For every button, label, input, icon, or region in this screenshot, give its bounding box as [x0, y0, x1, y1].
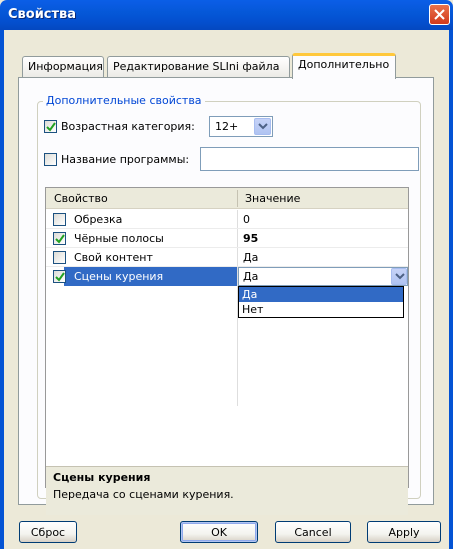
row-value[interactable]: Да: [243, 251, 258, 264]
property-description: Сцены курения Передача со сценами курени…: [46, 466, 408, 515]
description-text: Передача со сценами курения.: [53, 488, 234, 501]
row-value-dropdown-button[interactable]: [391, 268, 407, 285]
value-dropdown-list: Да Нет: [238, 286, 404, 318]
row-name: Свой контент: [74, 251, 153, 264]
column-header-value[interactable]: Значение: [245, 192, 300, 205]
program-name-input[interactable]: [200, 147, 419, 171]
grid-row-cropping[interactable]: Обрезка 0: [46, 210, 408, 229]
window-title: Свойства: [8, 7, 77, 22]
chevron-down-icon: [258, 123, 268, 130]
tab-label: Информация: [28, 60, 103, 73]
tab-information[interactable]: Информация: [22, 56, 104, 77]
chevron-down-icon: [395, 273, 405, 280]
row-value: Да: [243, 270, 259, 283]
grid-row-smoking-scenes[interactable]: Сцены курения Да: [46, 267, 408, 286]
tab-label: Редактирование SLIni файла: [113, 60, 280, 73]
grid-row-own-content[interactable]: Свой контент Да: [46, 248, 408, 267]
age-category-label: Возрастная категория:: [61, 120, 195, 133]
tab-panel: Дополнительные свойства Возрастная катег…: [18, 77, 434, 515]
row-checkbox[interactable]: [53, 270, 66, 283]
group-legend: Дополнительные свойства: [43, 94, 205, 107]
row-checkbox[interactable]: [53, 232, 66, 245]
age-category-dropdown-button[interactable]: [254, 118, 271, 135]
dropdown-option-yes[interactable]: Да: [239, 287, 403, 302]
apply-button[interactable]: Apply: [367, 521, 441, 543]
title-bar: Свойства: [0, 0, 453, 30]
window-border-right: [449, 30, 453, 549]
row-name: Сцены курения: [74, 270, 164, 283]
property-grid: Свойство Значение Обрезка 0 Чёрные полос…: [45, 187, 409, 515]
checkmark-icon: [55, 234, 65, 244]
row-checkbox[interactable]: [53, 251, 66, 264]
ok-button-label: OK: [211, 526, 227, 539]
program-name-checkbox[interactable]: [44, 153, 57, 166]
age-category-checkbox[interactable]: [44, 120, 57, 133]
reset-button-label: Сброс: [30, 526, 66, 539]
row-value-combo[interactable]: Да: [238, 267, 408, 286]
age-category-combo[interactable]: 12+: [209, 116, 273, 137]
row-checkbox[interactable]: [53, 213, 66, 226]
ok-button[interactable]: OK: [180, 521, 258, 543]
grid-row-black-bars[interactable]: Чёрные полосы 95: [46, 229, 408, 248]
close-button[interactable]: [429, 4, 450, 25]
description-title: Сцены курения: [53, 471, 151, 484]
apply-button-label: Apply: [388, 526, 420, 539]
row-name: Чёрные полосы: [74, 232, 164, 245]
tab-advanced[interactable]: Дополнительно: [292, 53, 396, 79]
reset-button[interactable]: Сброс: [19, 521, 77, 543]
grid-header: Свойство Значение: [46, 188, 408, 209]
checkmark-icon: [55, 272, 65, 282]
program-name-label: Название программы:: [61, 153, 190, 166]
column-header-property[interactable]: Свойство: [54, 192, 108, 205]
row-name: Обрезка: [74, 213, 123, 226]
tab-edit-slini[interactable]: Редактирование SLIni файла: [107, 56, 290, 77]
row-value[interactable]: 0: [243, 213, 250, 226]
column-divider[interactable]: [237, 190, 238, 207]
close-icon: [434, 9, 445, 20]
cancel-button-label: Cancel: [294, 526, 332, 539]
dropdown-option-no[interactable]: Нет: [239, 302, 403, 317]
age-category-value: 12+: [215, 120, 239, 133]
window-border-left: [0, 30, 4, 549]
tab-label: Дополнительно: [298, 58, 390, 71]
checkmark-icon: [46, 122, 56, 132]
row-value[interactable]: 95: [243, 232, 258, 245]
cancel-button[interactable]: Cancel: [275, 521, 351, 543]
